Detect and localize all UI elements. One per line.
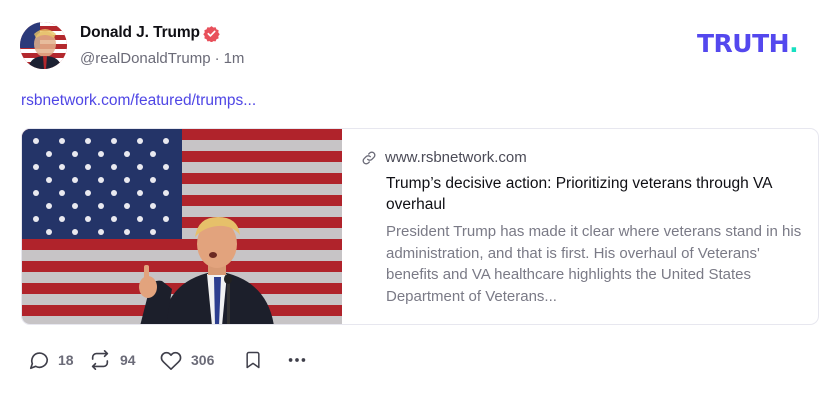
post-actions: 18 94 306 <box>28 348 309 372</box>
avatar[interactable] <box>20 22 67 69</box>
heart-icon <box>160 351 182 370</box>
author-handle[interactable]: @realDonaldTrump <box>80 50 211 67</box>
link-icon <box>362 151 376 164</box>
reply-button[interactable]: 18 <box>28 349 80 371</box>
card-description: President Trump has made it clear where … <box>386 223 802 305</box>
like-count: 306 <box>191 352 215 368</box>
card-domain: www.rsbnetwork.com <box>385 149 527 166</box>
author-name[interactable]: Donald J. Trump <box>80 24 200 42</box>
bookmark-icon <box>246 351 260 369</box>
card-image <box>22 129 342 324</box>
card-title[interactable]: Trump’s decisive action: Prioritizing ve… <box>386 173 806 215</box>
retruth-button[interactable]: 94 <box>88 349 151 371</box>
post-meta: @realDonaldTrump · 1m <box>80 50 244 67</box>
more-icon <box>288 358 306 362</box>
card-domain-row: www.rsbnetwork.com <box>361 149 527 166</box>
post-timestamp[interactable]: 1m <box>224 50 245 67</box>
retruth-count: 94 <box>120 352 136 368</box>
reply-icon <box>29 352 49 370</box>
post-link[interactable]: rsbnetwork.com/featured/trumps... <box>21 92 256 110</box>
truth-logo[interactable]: TRUTH. <box>697 29 799 58</box>
logo-text: TRUTH <box>697 29 790 58</box>
reply-count: 18 <box>58 352 74 368</box>
like-button[interactable]: 306 <box>159 349 221 371</box>
logo-dot: . <box>789 29 799 58</box>
verified-badge-icon <box>203 26 220 42</box>
retruth-icon <box>91 350 109 370</box>
bookmark-button[interactable] <box>243 348 267 372</box>
more-options-button[interactable] <box>285 349 309 371</box>
meta-separator: · <box>214 50 220 67</box>
link-preview-card[interactable]: www.rsbnetwork.com Trump’s decisive acti… <box>21 128 819 325</box>
